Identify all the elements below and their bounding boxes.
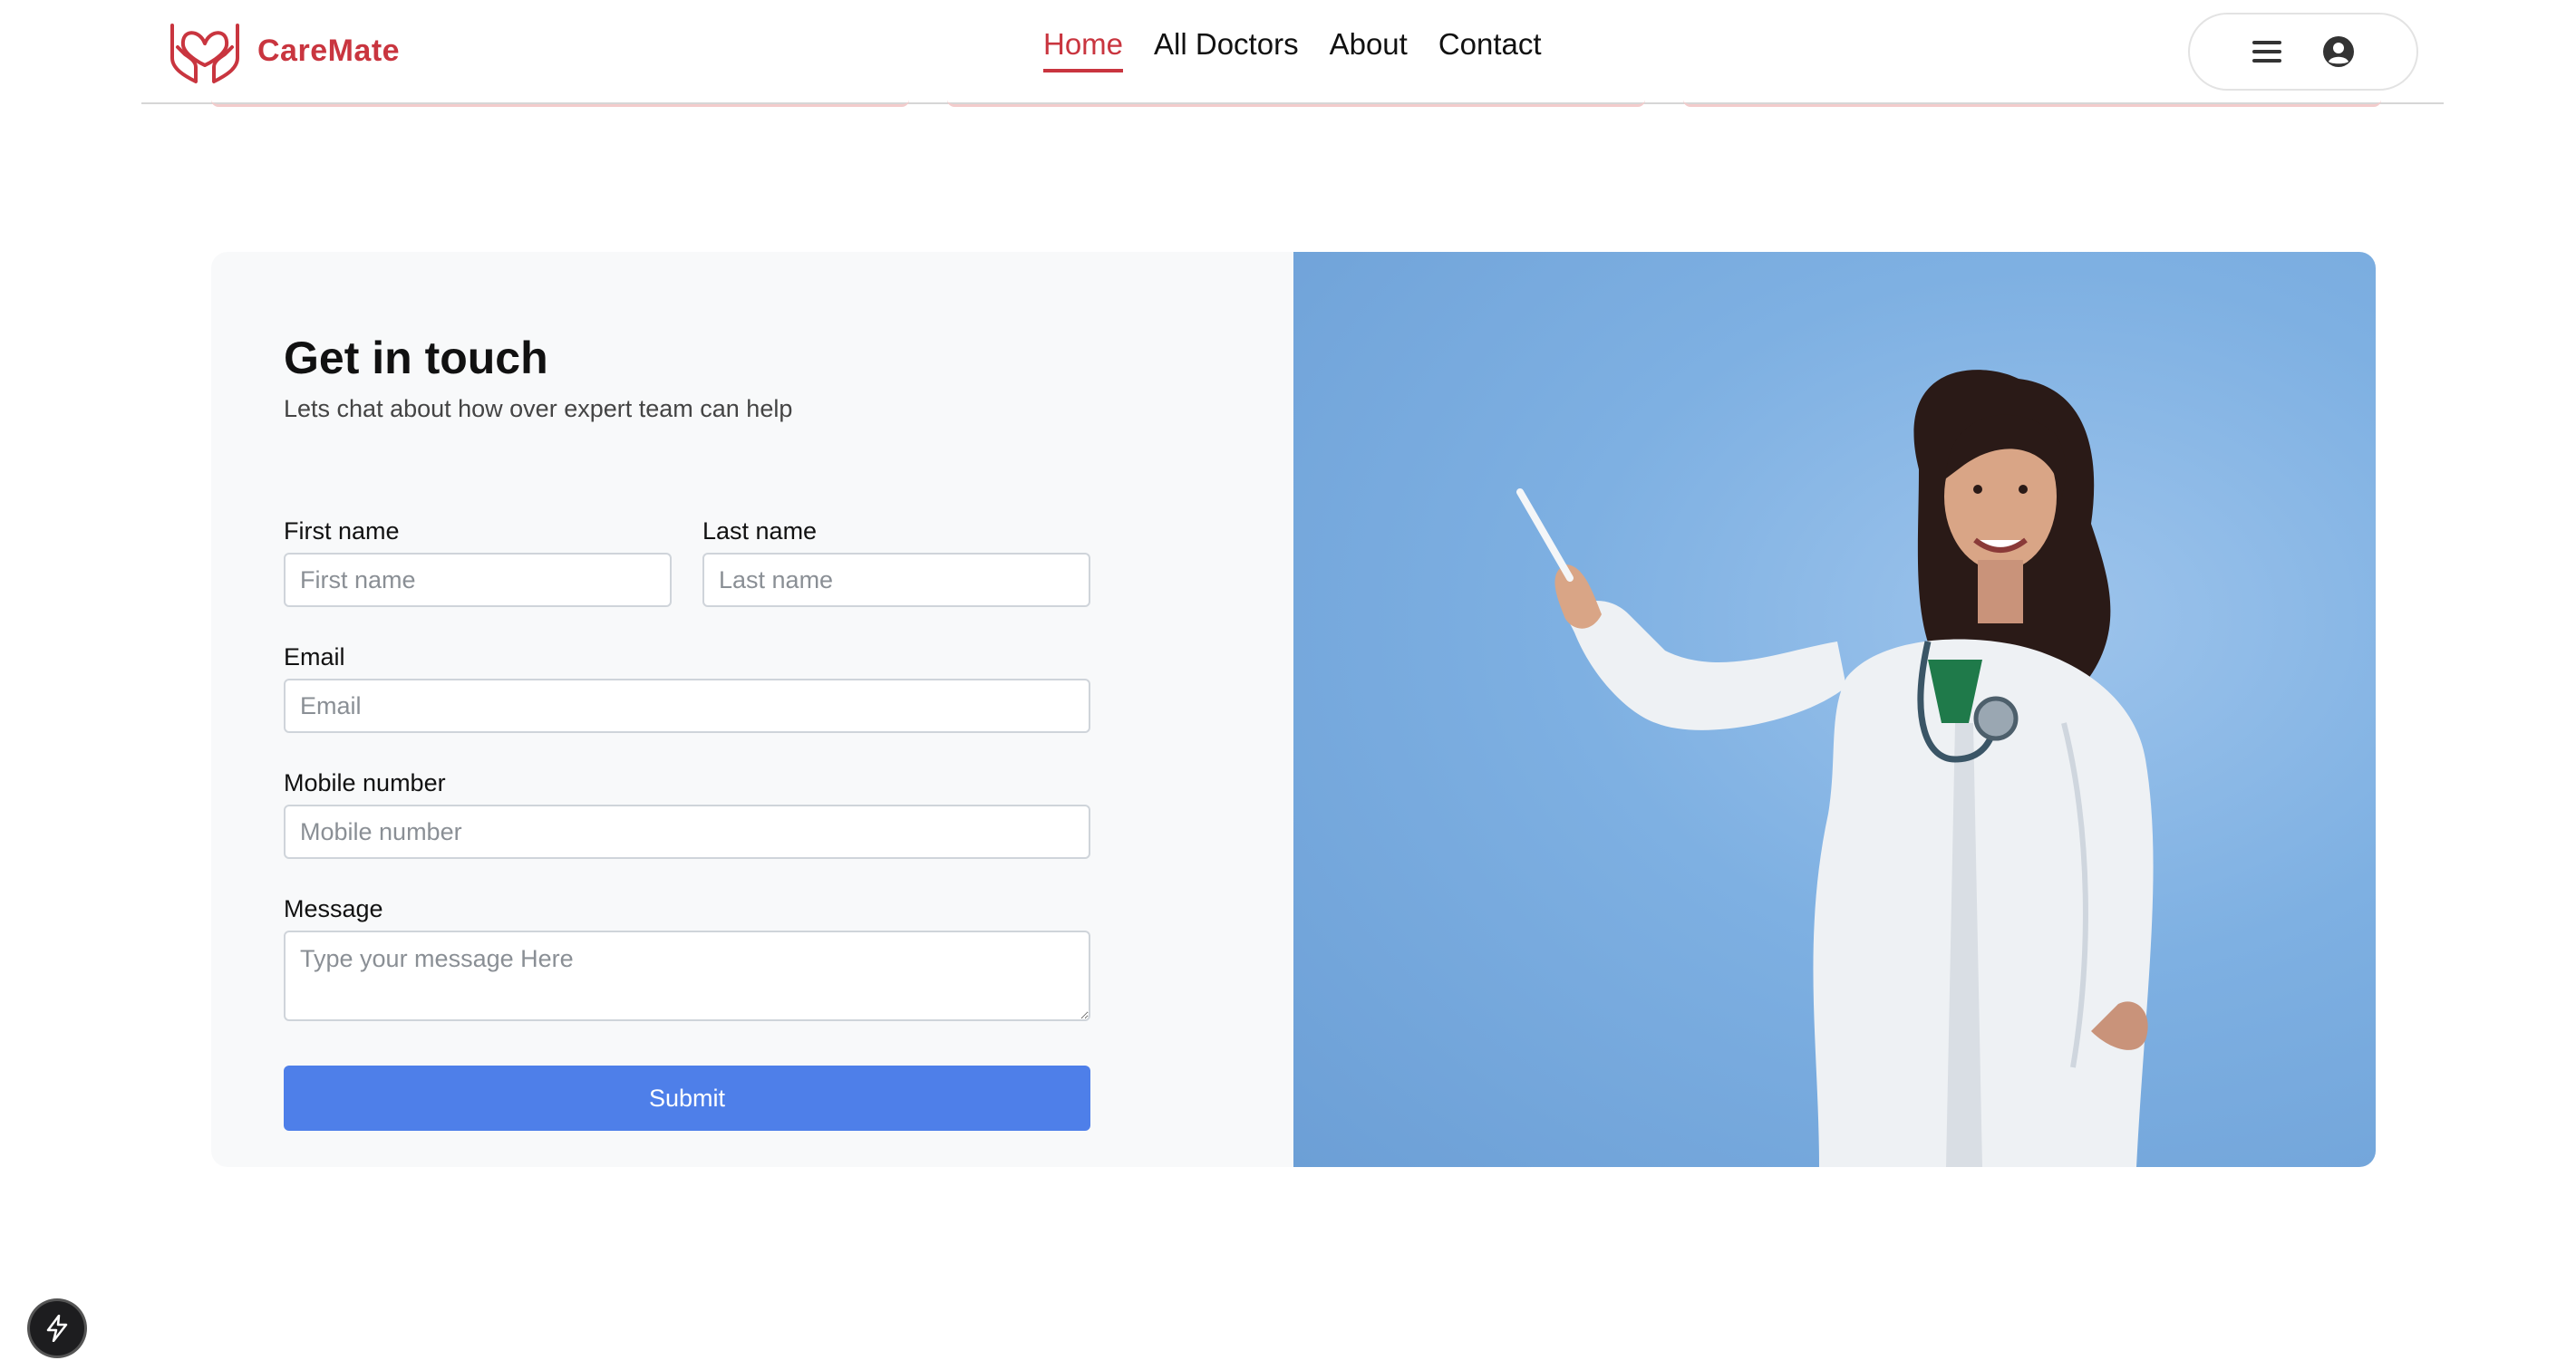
doctor-photo [1293,252,2376,1167]
nav-all-doctors[interactable]: All Doctors [1154,27,1299,72]
message-group: Message [284,895,1090,1026]
email-label: Email [284,643,345,671]
user-menu-button[interactable] [2188,13,2418,91]
first-name-group: First name [284,517,672,607]
mobile-input[interactable] [284,805,1090,859]
contact-title: Get in touch [284,333,548,383]
message-label: Message [284,895,383,922]
card-shadow [947,100,1645,107]
main-nav: Home All Doctors About Contact [1043,27,1542,72]
brand-name: CareMate [257,33,401,68]
contact-form-panel: Get in touch Lets chat about how over ex… [211,252,1293,1167]
email-input[interactable] [284,679,1090,733]
brand-logo[interactable]: CareMate [165,16,400,85]
floating-action-button[interactable] [30,1301,84,1356]
contact-form: First name Last name Email Mobile number… [284,517,1090,1131]
contact-section: Get in touch Lets chat about how over ex… [211,252,2376,1167]
doctor-illustration [1516,370,2154,1167]
message-textarea[interactable] [284,931,1090,1021]
submit-button[interactable]: Submit [284,1066,1090,1131]
mobile-label: Mobile number [284,769,446,796]
card-shadow [1683,100,2381,107]
bolt-icon [46,1315,68,1342]
last-name-label: Last name [702,517,818,545]
nav-contact[interactable]: Contact [1438,27,1542,72]
contact-subtitle: Lets chat about how over expert team can… [284,395,793,422]
last-name-group: Last name [702,517,1090,607]
email-group: Email [284,643,1090,733]
heart-hands-icon [170,24,239,83]
site-header: CareMate Home All Doctors About Contact [141,0,2444,104]
mobile-group: Mobile number [284,769,1090,859]
hamburger-icon[interactable] [2252,40,2281,63]
card-shadow [211,100,909,107]
first-name-label: First name [284,517,400,545]
first-name-input[interactable] [284,553,672,607]
last-name-input[interactable] [702,553,1090,607]
nav-home[interactable]: Home [1043,27,1124,72]
user-circle-icon[interactable] [2323,36,2354,67]
nav-about[interactable]: About [1330,27,1408,72]
